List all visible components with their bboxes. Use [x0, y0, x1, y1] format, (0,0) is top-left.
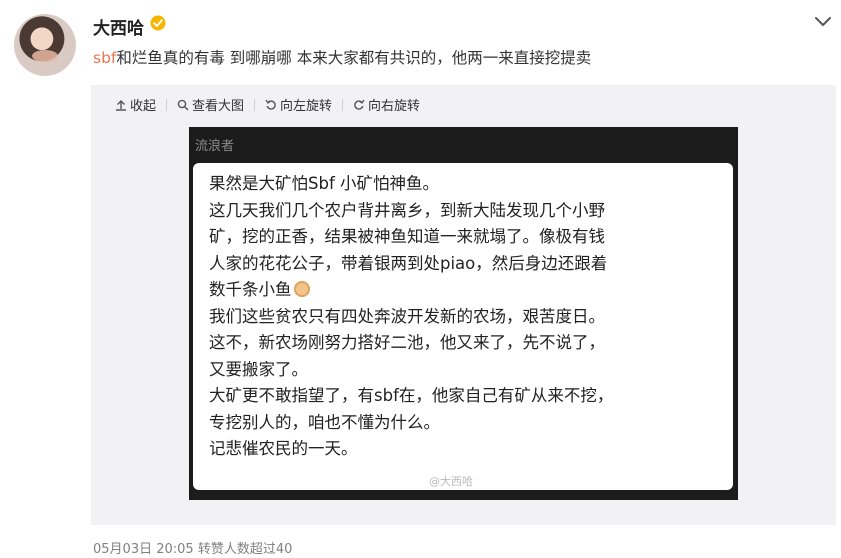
image-card: 果然是大矿怕Sbf 小矿怕神鱼。 这几天我们几个农户背井离乡，到新大陆发现几个小… [193, 163, 733, 490]
image-text-line: 我们这些贫农只有四处奔波开发新的农场，艰苦度日。 [209, 306, 605, 326]
image-text-line: 这几天我们几个农户背井离乡，到新大陆发现几个小野 [209, 200, 605, 220]
username[interactable]: 大西哈 [93, 14, 144, 39]
collapse-label: 收起 [130, 99, 157, 114]
chevron-down-icon[interactable] [814, 15, 832, 29]
post-image[interactable]: 流浪者 果然是大矿怕Sbf 小矿怕神鱼。 这几天我们几个农户背井离乡，到新大陆发… [189, 127, 738, 500]
toolbar-divider [254, 98, 256, 111]
verified-badge-icon [150, 15, 166, 31]
rotate-right-icon [354, 99, 365, 110]
post-text-body: 和烂鱼真的有毒 到哪崩哪 本来大家都有共识的，他两一来直接挖提卖 [116, 49, 592, 67]
image-text-line: 专挖别人的，咱也不懂为什么。 [209, 412, 440, 432]
view-large-label: 查看大图 [192, 99, 245, 114]
post-text: sbf和烂鱼真的有毒 到哪崩哪 本来大家都有共识的，他两一来直接挖提卖 [93, 46, 591, 68]
image-text-line: 记悲催农民的一天。 [209, 439, 358, 458]
rotate-left-label: 向左旋转 [280, 99, 333, 114]
image-text-line: 数千条小鱼 [209, 280, 292, 299]
post-meta: 05月03日 20:05 转赞人数超过40 [93, 542, 293, 557]
rotate-left-icon [265, 99, 276, 110]
collapse-arrow-icon [116, 99, 126, 111]
image-text-block: 果然是大矿怕Sbf 小矿怕神鱼。 这几天我们几个农户背井离乡，到新大陆发现几个小… [209, 171, 613, 463]
rotate-right-button[interactable]: 向右旋转 [353, 95, 420, 114]
image-text-line-with-emoji: 数千条小鱼 [209, 277, 613, 304]
image-text-line: 矿，挖的正香，结果被神鱼知道一来就塌了。像极有钱 [209, 227, 605, 246]
image-toolbar: 收起 查看大图 向左旋转 向右旋转 [115, 95, 420, 114]
image-text-line: 大矿更不敢指望了，有sbf在，他家自己有矿从来不挖， [209, 386, 614, 405]
view-large-button[interactable]: 查看大图 [177, 95, 244, 114]
rotate-right-label: 向右旋转 [368, 99, 421, 114]
avatar[interactable] [14, 14, 76, 76]
toolbar-divider [166, 98, 168, 111]
emoji-icon [293, 281, 310, 297]
image-watermark: @大西哈 [429, 475, 473, 488]
collapse-button[interactable]: 收起 [115, 95, 156, 114]
image-text-line: 果然是大矿怕Sbf 小矿怕神鱼。 [209, 174, 440, 193]
rotate-left-button[interactable]: 向左旋转 [265, 95, 332, 114]
image-text-line: 这不，新农场刚努力搭好二池，他又来了，先不说了， [209, 333, 605, 352]
post-tag-link[interactable]: sbf [93, 49, 116, 67]
media-box: 收起 查看大图 向左旋转 向右旋转 流浪者 果然是大矿怕Sbf 小矿怕神鱼。 这… [91, 85, 836, 525]
toolbar-divider [342, 98, 344, 111]
image-text-line: 人家的花花公子，带着银两到处piao，然后身边还跟着 [209, 253, 608, 273]
image-header-text: 流浪者 [195, 139, 235, 154]
image-text-line: 又要搬家了。 [209, 359, 308, 379]
magnifier-icon [177, 99, 189, 111]
